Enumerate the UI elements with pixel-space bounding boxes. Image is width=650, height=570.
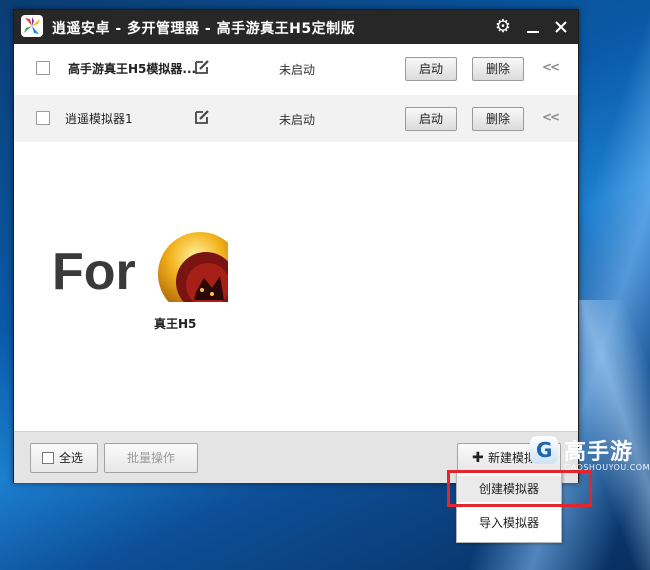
close-icon[interactable] bbox=[548, 14, 574, 40]
select-all-label: 全选 bbox=[59, 451, 84, 465]
select-all-button[interactable]: 全选 bbox=[30, 443, 98, 473]
watermark-name: 高手游 bbox=[564, 440, 634, 465]
app-logo-icon bbox=[21, 15, 43, 37]
delete-button[interactable]: 删除 bbox=[472, 107, 524, 131]
gaoshouyou-watermark: G 高手游 GAOSHOUYOU.COM bbox=[530, 434, 650, 478]
start-button[interactable]: 启动 bbox=[405, 57, 457, 81]
emulator-name: 高手游真王H5模拟器... bbox=[68, 62, 197, 76]
start-button[interactable]: 启动 bbox=[405, 107, 457, 131]
for-text: For bbox=[52, 243, 136, 301]
row-checkbox[interactable] bbox=[36, 111, 50, 125]
row-checkbox[interactable] bbox=[36, 61, 50, 75]
game-label: 真王H5 bbox=[154, 317, 197, 331]
menu-item-import-emulator[interactable]: 导入模拟器 bbox=[457, 510, 561, 536]
emulator-status: 未启动 bbox=[279, 113, 316, 127]
edit-name-icon[interactable] bbox=[194, 59, 210, 75]
emulator-name: 逍遥模拟器1 bbox=[65, 112, 133, 126]
edit-name-icon[interactable] bbox=[194, 109, 210, 125]
batch-operation-button[interactable]: 批量操作 bbox=[104, 443, 198, 473]
expand-chevron-icon[interactable]: << bbox=[542, 110, 560, 124]
window-title: 逍遥安卓 - 多开管理器 - 高手游真王H5定制版 bbox=[52, 21, 356, 37]
watermark-url: GAOSHOUYOU.COM bbox=[564, 463, 650, 472]
game-icon bbox=[158, 232, 228, 302]
title-bar[interactable]: 逍遥安卓 - 多开管理器 - 高手游真王H5定制版 ⚙ bbox=[14, 10, 578, 44]
delete-button[interactable]: 删除 bbox=[472, 57, 524, 81]
plus-icon: ✚ bbox=[472, 450, 484, 466]
emulator-status: 未启动 bbox=[279, 63, 316, 77]
expand-chevron-icon[interactable]: << bbox=[542, 60, 560, 74]
settings-gear-icon[interactable]: ⚙ bbox=[490, 14, 516, 40]
select-all-checkbox[interactable] bbox=[42, 452, 54, 464]
watermark-logo-icon: G bbox=[530, 436, 558, 464]
emulator-row: 高手游真王H5模拟器... 未启动 启动 删除 << bbox=[14, 45, 578, 92]
minimize-icon[interactable] bbox=[520, 14, 546, 40]
multi-instance-manager-window: 逍遥安卓 - 多开管理器 - 高手游真王H5定制版 ⚙ 高手游真王H5模拟器..… bbox=[13, 9, 579, 483]
game-banner: For bbox=[52, 228, 228, 310]
emulator-row: 逍遥模拟器1 未启动 启动 删除 << bbox=[14, 95, 578, 142]
